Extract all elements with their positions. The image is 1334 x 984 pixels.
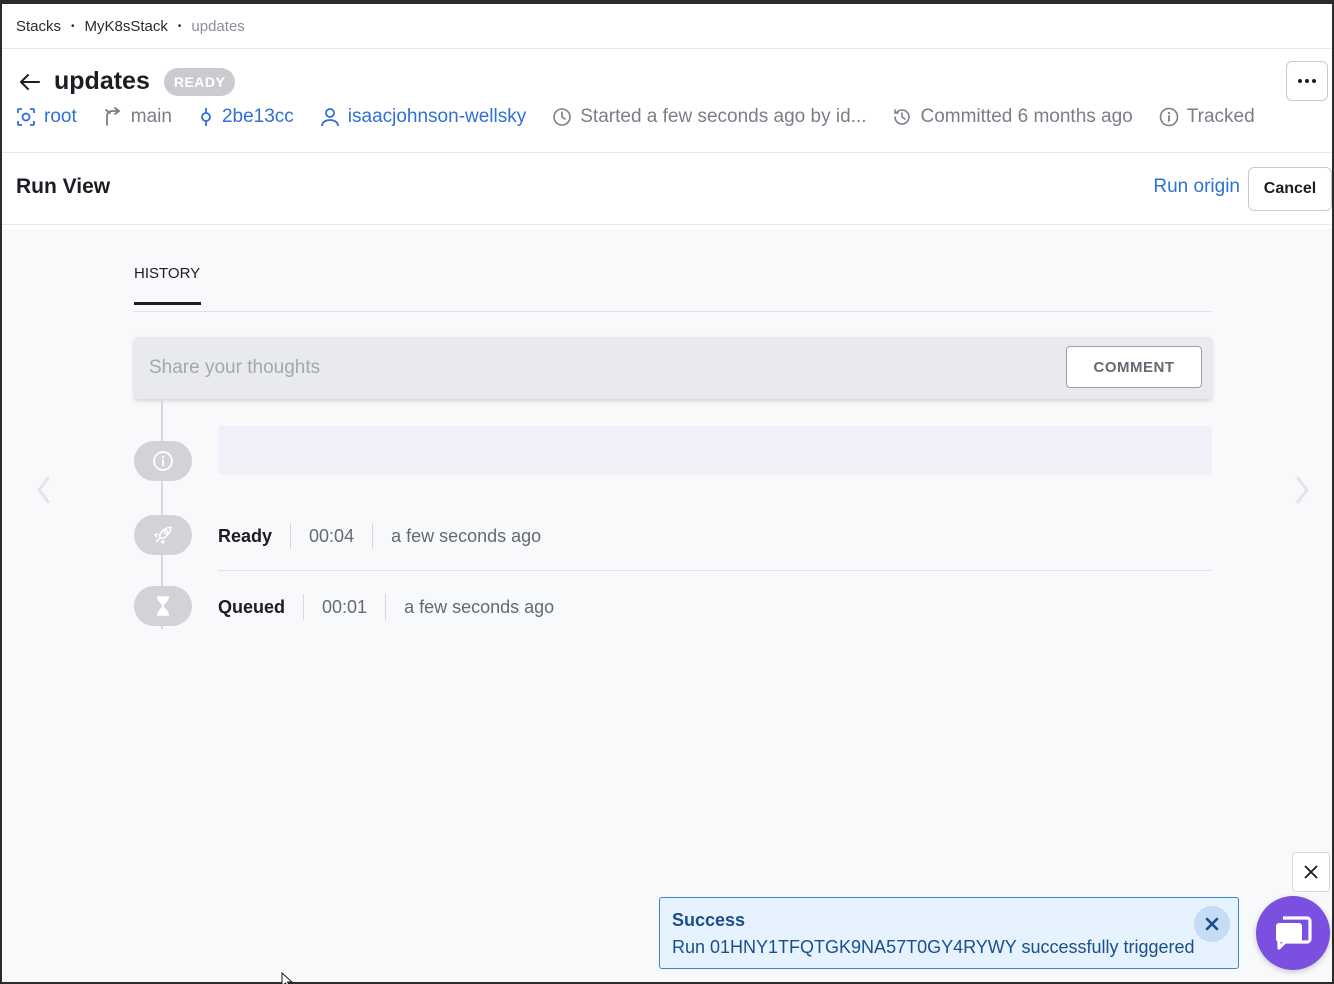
project-root-label: root bbox=[44, 106, 77, 127]
page-title: updates bbox=[54, 67, 150, 95]
more-options-button[interactable] bbox=[1286, 61, 1328, 101]
info-icon bbox=[1159, 107, 1179, 127]
event-duration: 00:04 bbox=[309, 525, 355, 546]
branch-label: main bbox=[130, 106, 172, 127]
event-time: a few seconds ago bbox=[404, 596, 555, 617]
started-item: Started a few seconds ago by id... bbox=[552, 106, 866, 128]
user-label: isaacjohnson-wellsky bbox=[347, 106, 527, 127]
rocket-icon bbox=[154, 526, 172, 544]
dot-icon bbox=[1312, 79, 1316, 83]
toast-message: Run 01HNY1TFQTGK9NA57T0GY4RYWY successfu… bbox=[672, 937, 1195, 957]
committed-label: Committed 6 months ago bbox=[920, 106, 1133, 127]
event-label: Queued bbox=[218, 596, 286, 617]
run-origin-link[interactable]: Run origin bbox=[1153, 176, 1240, 198]
cancel-button[interactable]: Cancel bbox=[1248, 167, 1332, 211]
chevron-right-icon[interactable] bbox=[1294, 475, 1310, 510]
committed-item: Committed 6 months ago bbox=[892, 106, 1133, 128]
event-separator bbox=[218, 570, 1212, 571]
event-divider bbox=[290, 523, 292, 549]
run-header: updates READY root main 2be13cc isaacjoh… bbox=[2, 49, 1332, 153]
history-icon bbox=[894, 109, 911, 125]
branch-icon bbox=[104, 107, 121, 126]
event-divider bbox=[303, 594, 305, 620]
event-row-queued: Queued 00:01 a few seconds ago bbox=[218, 594, 554, 620]
tracked-item: Tracked bbox=[1159, 106, 1255, 128]
started-label: Started a few seconds ago by id... bbox=[580, 106, 867, 127]
comment-input[interactable] bbox=[134, 337, 1054, 399]
chevron-left-icon[interactable] bbox=[36, 475, 52, 510]
breadcrumb-item-current: updates bbox=[191, 17, 245, 35]
toast-close-button[interactable] bbox=[1194, 906, 1230, 942]
user-link[interactable]: isaacjohnson-wellsky bbox=[320, 106, 526, 128]
timeline-info-node bbox=[134, 441, 192, 481]
chat-support-button[interactable] bbox=[1256, 896, 1330, 970]
breadcrumb-separator: • bbox=[71, 20, 75, 32]
branch-item: main bbox=[103, 106, 172, 128]
breadcrumb: Stacks • MyK8sStack • updates bbox=[2, 4, 1332, 49]
timeline-queued-node bbox=[134, 586, 192, 626]
commit-icon bbox=[201, 108, 211, 126]
event-time: a few seconds ago bbox=[391, 525, 542, 546]
run-history-panel: HISTORY COMMENT Ready 00:04 a few second… bbox=[2, 229, 1332, 982]
run-view-title: Run View bbox=[16, 175, 111, 198]
clock-icon bbox=[553, 108, 572, 126]
run-meta-row: root main 2be13cc isaacjohnson-wellsky S… bbox=[16, 106, 1281, 128]
tab-bar: HISTORY bbox=[134, 229, 1212, 312]
history-content: HISTORY COMMENT Ready 00:04 a few second… bbox=[134, 229, 1212, 629]
hourglass-icon bbox=[157, 596, 169, 616]
commit-label: 2be13cc bbox=[221, 106, 294, 127]
success-toast: Success Run 01HNY1TFQTGK9NA57T0GY4RYWY s… bbox=[659, 897, 1239, 969]
project-root-icon bbox=[17, 108, 35, 126]
comment-box: COMMENT bbox=[134, 337, 1212, 399]
event-duration: 00:01 bbox=[322, 596, 368, 617]
timeline-ready-node bbox=[134, 515, 192, 555]
info-icon bbox=[153, 451, 173, 471]
info-message-bar bbox=[218, 426, 1212, 475]
run-view-bar: Run View Run origin Cancel bbox=[2, 153, 1332, 225]
chat-icon bbox=[1276, 916, 1312, 950]
close-icon bbox=[1304, 865, 1318, 879]
event-divider bbox=[385, 594, 387, 620]
comment-button[interactable]: COMMENT bbox=[1066, 346, 1202, 388]
toast-title: Success bbox=[672, 910, 746, 930]
title-row: updates READY bbox=[16, 67, 236, 96]
dismiss-all-toasts-button[interactable] bbox=[1292, 852, 1330, 892]
breadcrumb-separator: • bbox=[177, 20, 182, 32]
breadcrumb-item-stacks[interactable]: Stacks bbox=[16, 18, 61, 35]
user-icon bbox=[320, 108, 339, 127]
event-divider bbox=[372, 523, 374, 549]
commit-link[interactable]: 2be13cc bbox=[198, 106, 294, 128]
tab-history[interactable]: HISTORY bbox=[134, 265, 201, 305]
mouse-cursor-icon bbox=[281, 971, 294, 984]
breadcrumb-item-stack[interactable]: MyK8sStack bbox=[85, 18, 168, 35]
event-row-ready: Ready 00:04 a few seconds ago bbox=[218, 523, 541, 549]
tracked-label: Tracked bbox=[1186, 106, 1255, 127]
back-arrow-icon[interactable] bbox=[16, 68, 44, 96]
dot-icon bbox=[1305, 79, 1309, 83]
event-label: Ready bbox=[218, 525, 273, 546]
dot-icon bbox=[1298, 79, 1302, 83]
status-badge: READY bbox=[163, 67, 236, 96]
close-icon bbox=[1205, 917, 1219, 931]
project-root-link[interactable]: root bbox=[16, 106, 77, 128]
